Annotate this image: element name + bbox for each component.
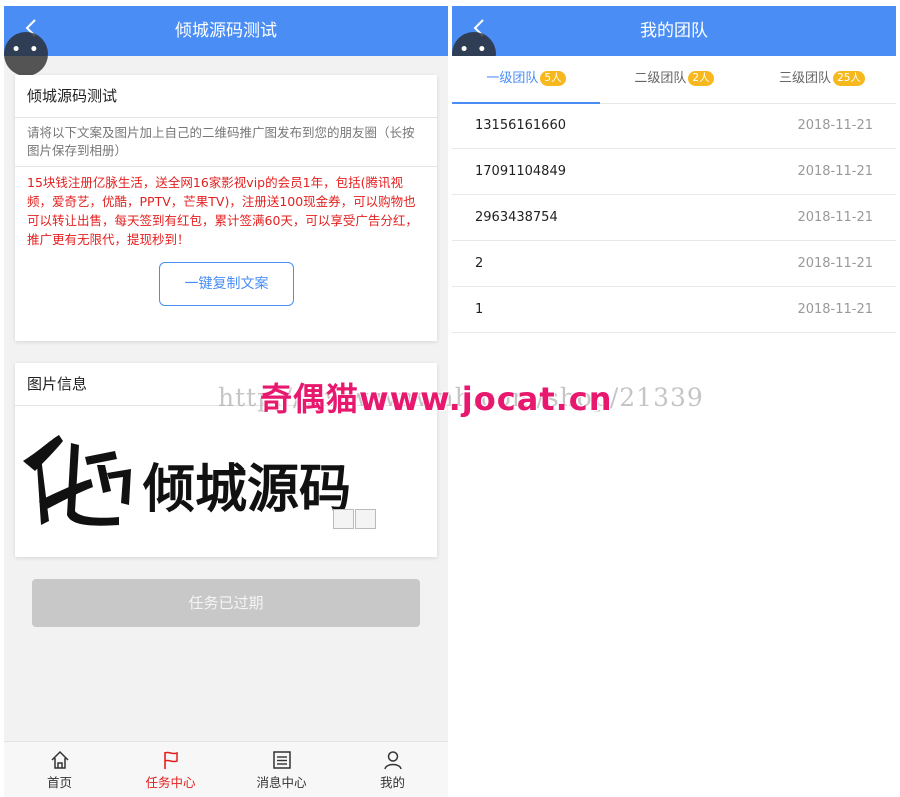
member-list: 13156161660 2018-11-21 17091104849 2018-… — [452, 103, 896, 333]
user-icon — [383, 751, 402, 770]
home-icon — [50, 750, 69, 769]
list-item[interactable]: 17091104849 2018-11-21 — [452, 149, 896, 195]
tab-home[interactable]: 首页 — [4, 742, 115, 797]
tab-label: 二级团队 — [634, 71, 687, 86]
copy-text-button[interactable]: 一键复制文案 — [159, 262, 294, 306]
count-badge: 25人 — [833, 71, 865, 86]
header-bar: 倾城源码测试 — [4, 6, 448, 56]
tab-level-1[interactable]: 一级团队 5人 — [452, 56, 600, 104]
list-item[interactable]: 2963438754 2018-11-21 — [452, 195, 896, 241]
tab-label: 首页 — [46, 775, 72, 790]
list-item[interactable]: 13156161660 2018-11-21 — [452, 103, 896, 149]
count-badge: 2人 — [688, 71, 714, 86]
flag-icon — [163, 751, 178, 769]
join-date: 2018-11-21 — [797, 118, 873, 133]
join-date: 2018-11-21 — [797, 302, 873, 317]
join-date: 2018-11-21 — [797, 256, 873, 271]
list-item[interactable]: 1 2018-11-21 — [452, 287, 896, 333]
tab-label: 任务中心 — [145, 775, 196, 790]
image-placeholder-icon — [333, 509, 354, 529]
page-title: 倾城源码测试 — [175, 21, 277, 41]
tab-level-2[interactable]: 二级团队 2人 — [600, 56, 748, 103]
list-item[interactable]: 2 2018-11-21 — [452, 241, 896, 287]
tab-message-center[interactable]: 消息中心 — [226, 742, 337, 797]
copy-text-card: 倾城源码测试 请将以下文案及图片加上自己的二维码推广图发布到您的朋友圈（长按图片… — [15, 75, 437, 341]
tab-mine[interactable]: 我的 — [337, 742, 448, 797]
promo-copy-text: 15块钱注册亿脉生活，送全网16家影视vip的会员1年，包括(腾讯视频，爱奇艺，… — [27, 175, 418, 247]
bottom-tabbar: 首页 任务中心 消息中心 我的 — [4, 741, 448, 797]
image-brush-text: 倾城源码 — [142, 459, 351, 520]
member-id: 1 — [475, 302, 484, 317]
join-date: 2018-11-21 — [797, 164, 873, 179]
card-title: 倾城源码测试 — [15, 75, 437, 118]
member-id: 2 — [475, 256, 484, 271]
tab-label: 一级团队 — [486, 71, 539, 86]
tab-label: 消息中心 — [256, 775, 307, 790]
share-instructions: 请将以下文案及图片加上自己的二维码推广图发布到您的朋友圈（长按图片保存到相册） — [15, 118, 437, 167]
image-placeholder-icon — [355, 509, 376, 529]
join-date: 2018-11-21 — [797, 210, 873, 225]
count-badge: 5人 — [540, 71, 566, 86]
task-expired-button[interactable]: 任务已过期 — [32, 579, 420, 627]
member-id: 2963438754 — [475, 210, 558, 225]
team-level-tabs: 一级团队 5人 二级团队 2人 三级团队 25人 — [452, 56, 896, 104]
member-id: 13156161660 — [475, 118, 566, 133]
tab-label: 我的 — [379, 775, 405, 790]
tab-task-center[interactable]: 任务中心 — [115, 742, 226, 797]
message-list-icon — [272, 751, 291, 769]
more-menu-button[interactable]: • • • — [4, 32, 48, 94]
member-id: 17091104849 — [475, 164, 566, 179]
tab-label: 三级团队 — [779, 71, 832, 86]
watermark-brand: 奇偶猫www.jocat.cn — [260, 380, 613, 418]
page-title: 我的团队 — [640, 21, 708, 41]
tab-level-3[interactable]: 三级团队 25人 — [748, 56, 896, 103]
promo-image[interactable]: 倾城源码 — [19, 421, 379, 536]
header-bar: 我的团队 — [452, 6, 896, 56]
